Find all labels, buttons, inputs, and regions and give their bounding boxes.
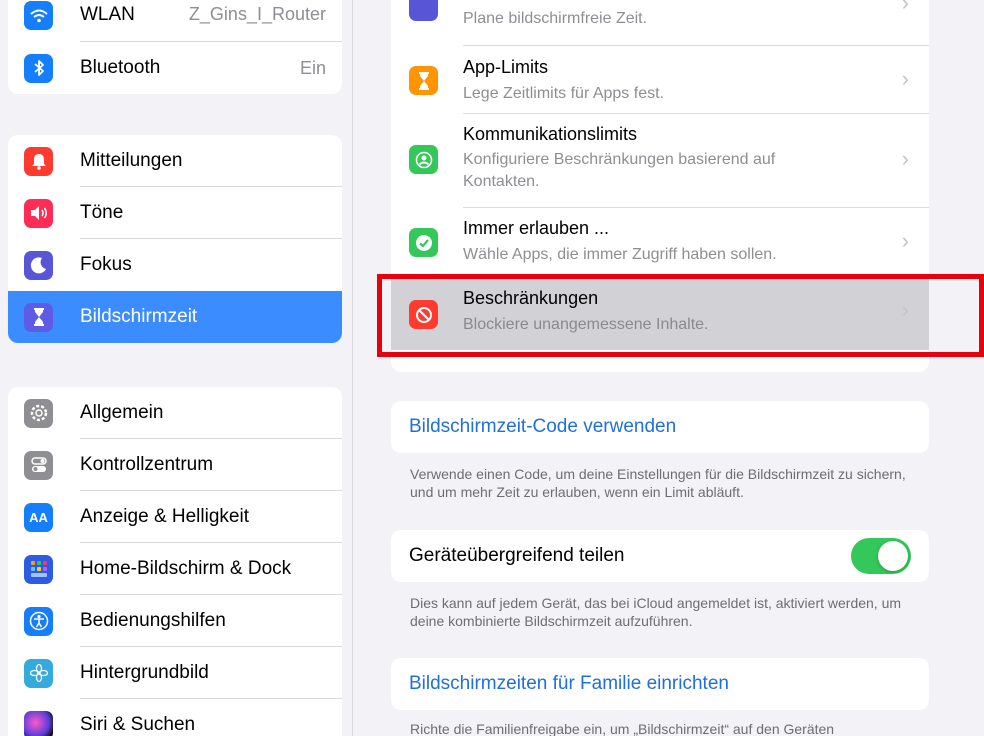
sidebar-item-siri[interactable]: Siri & Suchen [8, 699, 342, 736]
share-footer: Dies kann auf jedem Gerät, das bei iClou… [410, 595, 902, 629]
chevron-right-icon: › [901, 0, 909, 15]
share-card: Geräteübergreifend teilen [391, 530, 929, 582]
sidebar-item-mitteilungen[interactable]: Mitteilungen [8, 135, 342, 187]
row-title: Kommunikationslimits [463, 124, 638, 144]
row-subtitle: Lege Zeitlimits für Apps fest. [463, 85, 664, 102]
sidebar-group-notifications: Mitteilungen Töne Fokus Bildschirmzeit [8, 135, 342, 343]
bell-icon [24, 146, 53, 176]
row-auszeit[interactable]: Plane bildschirmfreie Zeit. › [391, 0, 929, 46]
highlight-annotation-box [377, 274, 984, 357]
wifi-icon [24, 1, 53, 30]
row-kommunikationslimits[interactable]: Kommunikationslimits Konfiguriere Beschr… [391, 114, 929, 208]
sidebar-item-label: Home-Bildschirm & Dock [80, 558, 292, 579]
sidebar-item-fokus[interactable]: Fokus [8, 239, 342, 291]
share-across-devices-label: Geräteübergreifend teilen [409, 545, 625, 566]
wlan-network-name: Z_Gins_I_Router [188, 4, 326, 24]
family-footer: Richte die Familienfreigabe ein, um „Bil… [410, 721, 835, 736]
share-across-devices-toggle[interactable] [851, 538, 911, 574]
bluetooth-icon [24, 53, 53, 83]
row-app-limits[interactable]: App-Limits Lege Zeitlimits für Apps fest… [391, 46, 929, 114]
settings-sidebar: WLAN Z_Gins_I_Router Bluetooth Ein Mitte… [0, 0, 352, 736]
sidebar-item-label: Töne [80, 202, 124, 223]
sidebar-item-anzeige[interactable]: AA Anzeige & Helligkeit [8, 491, 342, 543]
sidebar-item-label: Bluetooth [80, 57, 161, 78]
row-subtitle: Plane bildschirmfreie Zeit. [463, 10, 648, 27]
sidebar-item-label: Anzeige & Helligkeit [80, 506, 249, 527]
chevron-right-icon: › [901, 146, 909, 171]
row-title: Immer erlauben ... [463, 218, 610, 238]
chevron-right-icon: › [901, 66, 909, 91]
sidebar-item-label: Siri & Suchen [80, 714, 196, 735]
sidebar-item-label: WLAN [80, 4, 135, 25]
accessibility-icon [24, 606, 53, 636]
family-card: Bildschirmzeiten für Familie einrichten [391, 658, 929, 710]
chevron-right-icon: › [901, 228, 909, 253]
contact-icon [409, 145, 438, 174]
text-size-icon: AA [24, 502, 53, 532]
toggles-icon [24, 450, 53, 480]
sidebar-item-label: Allgemein [80, 402, 164, 423]
screen-time-detail: Plane bildschirmfreie Zeit. › App-Limits… [353, 0, 984, 736]
sidebar-item-label: Hintergrundbild [80, 662, 209, 683]
downtime-icon [409, 0, 438, 21]
sidebar-item-label: Bildschirmzeit [80, 306, 198, 327]
row-title: App-Limits [463, 57, 549, 77]
row-subtitle: Wähle Apps, die immer Zugriff haben soll… [463, 246, 777, 263]
sidebar-group-general: Allgemein Kontrollzentrum AA Anzeige & H… [8, 387, 342, 736]
passcode-footer: Verwende einen Code, um deine Einstellun… [410, 466, 906, 500]
setup-family-screen-time-button[interactable]: Bildschirmzeiten für Familie einrichten [409, 673, 729, 695]
hourglass-icon [24, 302, 53, 332]
sidebar-item-toene[interactable]: Töne [8, 187, 342, 239]
sidebar-item-bedienungshilfen[interactable]: Bedienungshilfen [8, 595, 342, 647]
moon-icon [24, 250, 53, 280]
gear-icon [24, 398, 53, 428]
passcode-card: Bildschirmzeit-Code verwenden [391, 401, 929, 453]
sidebar-item-kontrollzentrum[interactable]: Kontrollzentrum [8, 439, 342, 491]
flower-icon [24, 658, 53, 688]
row-immer-erlauben[interactable]: Immer erlauben ... Wähle Apps, die immer… [391, 208, 929, 275]
sidebar-item-label: Bedienungshilfen [80, 610, 226, 631]
toggle-knob [878, 541, 908, 571]
sidebar-item-wlan[interactable]: WLAN Z_Gins_I_Router [8, 0, 342, 42]
speaker-icon [24, 198, 53, 228]
bluetooth-status: Ein [299, 57, 326, 78]
hourglass-icon [409, 66, 438, 95]
app-grid-icon [24, 554, 53, 584]
siri-icon [24, 710, 53, 736]
sidebar-item-label: Fokus [80, 254, 132, 275]
sidebar-item-label: Mitteilungen [80, 150, 183, 171]
sidebar-group-connectivity: WLAN Z_Gins_I_Router Bluetooth Ein [8, 0, 342, 94]
sidebar-item-bildschirmzeit[interactable]: Bildschirmzeit [8, 291, 342, 343]
checkmark-badge-icon [409, 228, 438, 257]
sidebar-item-hintergrundbild[interactable]: Hintergrundbild [8, 647, 342, 699]
sidebar-item-homescreen[interactable]: Home-Bildschirm & Dock [8, 543, 342, 595]
sidebar-item-allgemein[interactable]: Allgemein [8, 387, 342, 439]
sidebar-item-bluetooth[interactable]: Bluetooth Ein [8, 42, 342, 94]
sidebar-item-label: Kontrollzentrum [80, 454, 214, 475]
use-screen-time-code-button[interactable]: Bildschirmzeit-Code verwenden [409, 416, 676, 438]
row-subtitle: Konfiguriere Beschränkungen basierend au… [463, 151, 776, 190]
